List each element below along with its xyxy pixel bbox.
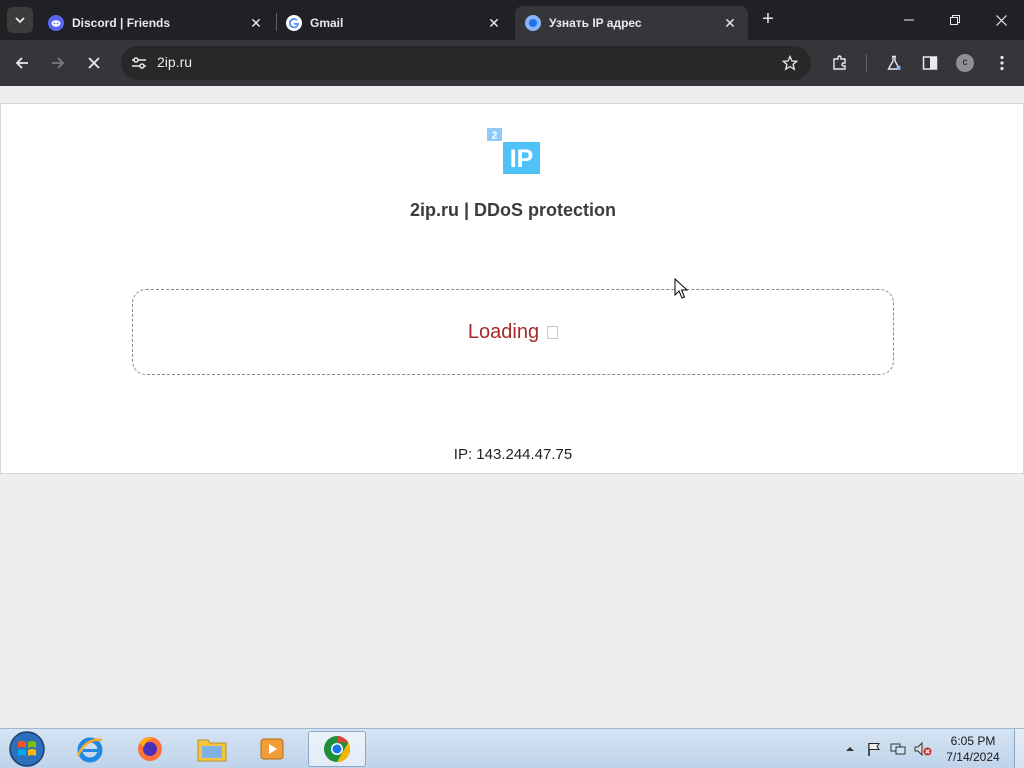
toolbar-separator xyxy=(866,54,867,72)
page-viewport: 2 IP 2ip.ru | DDoS protection Loading IP… xyxy=(0,86,1024,728)
menu-button[interactable] xyxy=(988,49,1016,77)
network-icon xyxy=(890,743,906,755)
discord-icon xyxy=(48,15,64,31)
profile-avatar[interactable]: c xyxy=(956,54,974,72)
tab-discord[interactable]: Discord | Friends ✕ xyxy=(38,6,274,40)
tab-title: Узнать IP адрес xyxy=(549,16,642,30)
back-button[interactable] xyxy=(8,49,36,77)
loading-text: Loading xyxy=(467,320,540,343)
firefox-icon xyxy=(138,737,162,761)
clock-date: 7/14/2024 xyxy=(946,750,1000,764)
arrow-left-icon xyxy=(15,57,28,69)
tab-2ip[interactable]: Узнать IP адрес ✕ xyxy=(515,6,748,40)
2ip-logo: 2 IP xyxy=(487,128,540,174)
taskbar-file-explorer[interactable] xyxy=(186,731,238,767)
tab-title: Gmail xyxy=(310,16,344,30)
svg-text:IP: IP xyxy=(510,145,534,173)
page-title: 2ip.ru | DDoS protection xyxy=(409,200,617,220)
extensions-button[interactable] xyxy=(826,49,854,77)
svg-text:2: 2 xyxy=(492,131,498,142)
show-hidden-icons-button[interactable] xyxy=(842,729,858,768)
close-icon xyxy=(88,57,100,69)
close-tab-icon[interactable]: ✕ xyxy=(722,15,738,31)
tab-strip: Discord | Friends ✕ Gmail ✕ Узнать IP ад… xyxy=(0,0,1024,40)
spinner-placeholder-icon xyxy=(547,325,559,339)
url-text[interactable]: 2ip.ru xyxy=(157,54,192,70)
taskbar-firefox[interactable] xyxy=(124,731,176,767)
kebab-menu-icon xyxy=(1000,55,1004,71)
tab-title: Discord | Friends xyxy=(72,16,171,30)
speaker-muted-icon xyxy=(914,742,932,756)
browser-toolbar: 2ip.ru xyxy=(0,40,1024,86)
puzzle-icon xyxy=(833,55,846,70)
mouse-cursor-icon xyxy=(674,278,688,299)
flask-icon xyxy=(887,55,901,70)
chrome-icon xyxy=(324,735,351,763)
internet-explorer-icon xyxy=(76,737,103,763)
start-button[interactable] xyxy=(6,730,48,768)
system-clock[interactable]: 6:05 PM 7/14/2024 xyxy=(938,733,1008,765)
new-tab-button[interactable]: + xyxy=(756,8,780,32)
ip-address-text: IP: 143.244.47.75 xyxy=(453,446,573,463)
side-panel-icon xyxy=(922,56,938,70)
taskbar-media-player[interactable] xyxy=(246,731,298,767)
google-icon xyxy=(286,15,302,31)
volume-tray[interactable] xyxy=(912,729,934,768)
tab-search-button[interactable] xyxy=(7,7,33,33)
chevron-up-icon xyxy=(846,747,854,751)
action-center-tray[interactable] xyxy=(864,729,884,768)
taskbar-internet-explorer[interactable] xyxy=(64,731,116,767)
taskbar-chrome[interactable] xyxy=(308,731,366,767)
windows-taskbar: 6:05 PM 7/14/2024 xyxy=(0,728,1024,768)
flag-icon xyxy=(868,743,880,756)
side-panel-button[interactable] xyxy=(916,49,944,77)
close-icon xyxy=(995,14,1007,26)
address-bar[interactable]: 2ip.ru xyxy=(121,46,811,80)
forward-button[interactable] xyxy=(44,49,72,77)
restore-button[interactable] xyxy=(932,0,978,40)
tab-gmail[interactable]: Gmail ✕ xyxy=(276,6,512,40)
2ip-icon xyxy=(525,15,541,31)
close-window-button[interactable] xyxy=(978,0,1024,40)
stop-loading-button[interactable] xyxy=(80,49,108,77)
loading-panel: Loading xyxy=(132,289,894,375)
chevron-down-icon xyxy=(15,17,25,24)
file-explorer-icon xyxy=(197,739,227,762)
arrow-right-icon xyxy=(52,57,65,69)
network-tray[interactable] xyxy=(888,729,908,768)
close-tab-icon[interactable]: ✕ xyxy=(248,15,264,31)
restore-icon xyxy=(950,15,960,25)
clock-time: 6:05 PM xyxy=(950,734,996,748)
minimize-button[interactable] xyxy=(886,0,932,40)
show-desktop-button[interactable] xyxy=(1014,729,1024,768)
media-player-icon xyxy=(260,738,284,760)
site-settings-icon[interactable] xyxy=(129,53,149,73)
bookmark-star-icon[interactable] xyxy=(779,52,801,74)
labs-button[interactable] xyxy=(880,49,908,77)
minimize-icon xyxy=(904,19,914,21)
content-card: 2 IP 2ip.ru | DDoS protection Loading IP… xyxy=(0,103,1024,474)
close-tab-icon[interactable]: ✕ xyxy=(486,15,502,31)
